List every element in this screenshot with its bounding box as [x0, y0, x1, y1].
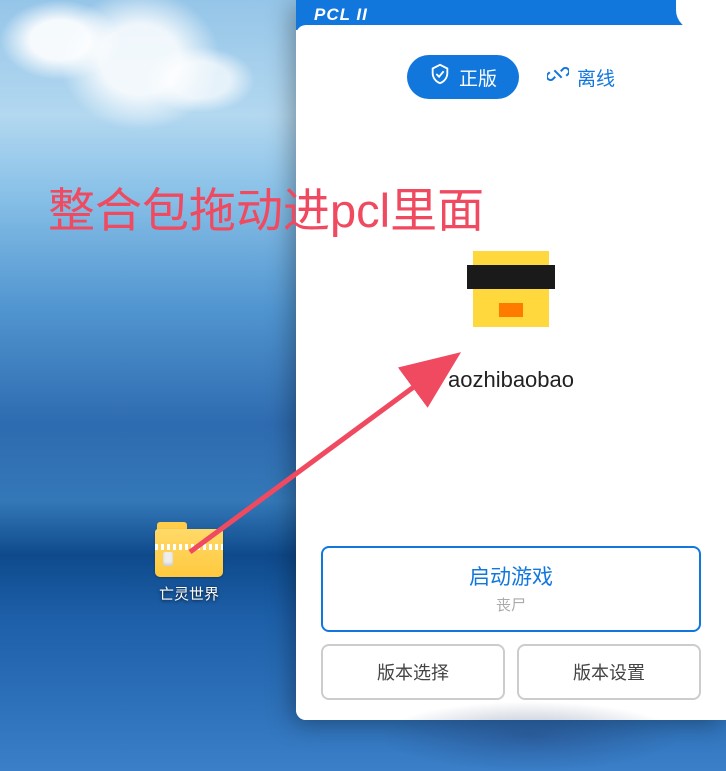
shield-icon	[429, 63, 451, 91]
launch-button[interactable]: 启动游戏 丧尸	[321, 546, 701, 632]
avatar-area: aozhibaobao	[321, 99, 701, 546]
desktop-zip-folder[interactable]: 亡灵世界	[155, 522, 223, 604]
tab-genuine[interactable]: 正版	[407, 55, 519, 99]
version-settings-button[interactable]: 版本设置	[517, 644, 701, 700]
pcl-window: PCL II 正版 离线 aozhibaobao	[296, 0, 726, 720]
login-tabs: 正版 离线	[321, 55, 701, 99]
cloud-decoration	[0, 0, 300, 200]
desktop-icon-label: 亡灵世界	[159, 583, 219, 604]
tab-offline-label: 离线	[577, 64, 615, 91]
username-label: aozhibaobao	[448, 367, 574, 393]
app-title: PCL II	[314, 5, 368, 25]
annotation-text: 整合包拖动进pcl里面	[48, 172, 484, 241]
character-shadow	[380, 701, 680, 771]
launch-button-label: 启动游戏	[338, 563, 684, 592]
tab-offline[interactable]: 离线	[547, 63, 615, 91]
pcl-content: 正版 离线 aozhibaobao 启动游戏 丧尸 版本选择	[296, 25, 726, 720]
player-avatar[interactable]	[473, 251, 549, 327]
tab-genuine-label: 正版	[459, 64, 497, 91]
link-break-icon	[547, 63, 569, 91]
bottom-buttons: 启动游戏 丧尸 版本选择 版本设置	[321, 546, 701, 700]
launch-button-sub: 丧尸	[338, 594, 684, 615]
zip-folder-icon	[155, 522, 223, 577]
version-select-button[interactable]: 版本选择	[321, 644, 505, 700]
